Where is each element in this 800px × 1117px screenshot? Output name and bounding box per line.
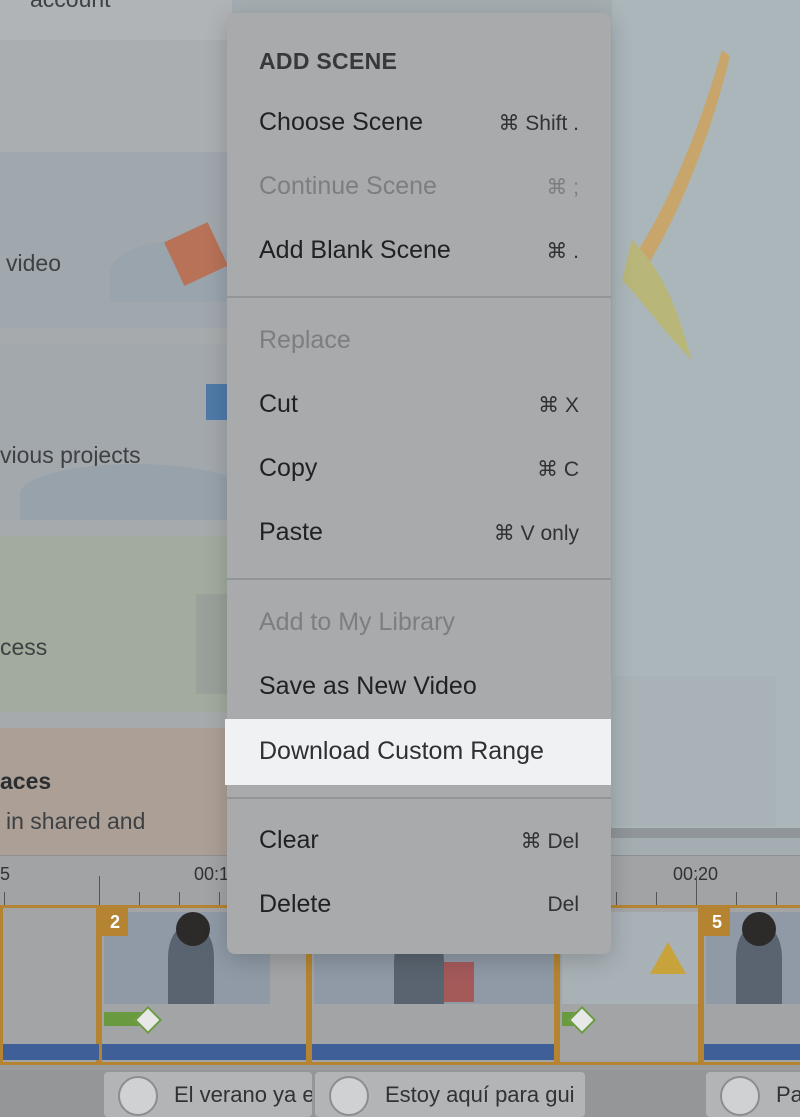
ruler-tick: [616, 892, 617, 906]
warning-icon: [650, 942, 686, 974]
audio-clip-text: Pa: [776, 1082, 800, 1107]
card-projects-illustration: [20, 464, 232, 520]
menu-item-shortcut: ⌘ X: [538, 394, 579, 417]
menu-item-clear[interactable]: Clear ⌘ Del: [227, 815, 611, 871]
scene-duration-bar[interactable]: [704, 1044, 800, 1060]
menu-item-label: Replace: [259, 326, 351, 354]
menu-item-continue-scene[interactable]: Continue Scene ⌘ ;: [227, 161, 611, 217]
menu-item-add-blank-scene[interactable]: Add Blank Scene ⌘ .: [227, 225, 611, 281]
audio-clip[interactable]: El verano ya e: [104, 1072, 312, 1117]
card-access-text: cess: [0, 634, 48, 660]
menu-item-save-as-new-video[interactable]: Save as New Video: [227, 661, 611, 717]
menu-item-shortcut: Del: [547, 893, 579, 916]
audio-track: El verano ya e Estoy aquí para gui Pa: [0, 1070, 800, 1117]
menu-item-label: Add Blank Scene: [259, 236, 451, 264]
menu-item-shortcut: ⌘ .: [546, 240, 579, 263]
card-access[interactable]: cess: [0, 536, 232, 712]
card-spaces[interactable]: aces in shared and: [0, 728, 232, 855]
scene-duration-bar[interactable]: [102, 1044, 306, 1060]
ruler-tick: [4, 892, 5, 906]
menu-item-replace[interactable]: Replace: [227, 315, 611, 371]
card-account[interactable]: account: [0, 0, 232, 40]
keyframe-diamond[interactable]: [567, 1005, 597, 1035]
timeline-scene-1[interactable]: [0, 905, 99, 1065]
menu-item-shortcut: ⌘ Del: [520, 830, 579, 853]
menu-item-label: Download Custom Range: [259, 737, 544, 765]
keyframe-diamond[interactable]: [133, 1005, 163, 1035]
menu-heading-add-scene: ADD SCENE: [259, 48, 398, 74]
menu-item-download-custom-range[interactable]: Download Custom Range: [225, 719, 611, 785]
menu-item-label: Continue Scene: [259, 172, 437, 200]
card-blank[interactable]: [0, 40, 232, 152]
menu-item-cut[interactable]: Cut ⌘ X: [227, 379, 611, 435]
ruler-tick: [736, 892, 737, 906]
menu-item-copy[interactable]: Copy ⌘ C: [227, 443, 611, 499]
menu-item-choose-scene[interactable]: Choose Scene ⌘ Shift .: [227, 97, 611, 153]
menu-item-shortcut: ⌘ Shift .: [498, 112, 579, 135]
templates-panel: account video vious projects cess aces i…: [0, 0, 232, 855]
ruler-tick: [179, 892, 180, 906]
timeline-scene-5[interactable]: 5: [701, 905, 800, 1065]
card-previous-projects[interactable]: vious projects: [0, 344, 232, 520]
scene-context-menu: ADD SCENE Choose Scene ⌘ Shift . Continu…: [225, 13, 611, 954]
menu-item-shortcut: ⌘ V only: [493, 522, 579, 545]
scene-number-badge: 2: [102, 908, 128, 936]
scene-duration-bar[interactable]: [3, 1044, 99, 1060]
ruler-tick: [696, 876, 697, 906]
ruler-tick: [219, 892, 220, 906]
scene-number-badge: 5: [704, 908, 730, 936]
menu-divider: [227, 296, 611, 298]
ruler-tick: [99, 876, 100, 906]
corn-illustration: [622, 50, 730, 360]
ruler-label-10: 00:1: [194, 864, 230, 884]
menu-item-label: Clear: [259, 826, 319, 854]
avatar: [720, 1076, 760, 1116]
card-spaces-title: aces: [0, 768, 52, 794]
avatar: [329, 1076, 369, 1116]
audio-clip[interactable]: Pa: [706, 1072, 800, 1117]
menu-item-shortcut: ⌘ C: [537, 458, 579, 481]
audio-clip[interactable]: Estoy aquí para gui: [315, 1072, 585, 1117]
menu-item-paste[interactable]: Paste ⌘ V only: [227, 507, 611, 563]
avatar: [118, 1076, 158, 1116]
ruler-tick: [776, 892, 777, 906]
scene-duration-bar[interactable]: [312, 1044, 554, 1060]
menu-item-label: Copy: [259, 454, 318, 482]
ruler-label-5: 5: [0, 864, 11, 884]
audio-clip-text: El verano ya e: [174, 1082, 312, 1107]
menu-item-label: Cut: [259, 390, 298, 418]
card-spaces-text: in shared and: [6, 808, 146, 834]
audio-clip-text: Estoy aquí para gui: [385, 1082, 575, 1107]
menu-item-label: Add to My Library: [259, 608, 455, 636]
menu-item-label: Save as New Video: [259, 672, 477, 700]
ruler-tick: [656, 892, 657, 906]
menu-item-label: Paste: [259, 518, 323, 546]
menu-item-shortcut: ⌘ ;: [546, 176, 579, 199]
ruler-tick: [139, 892, 140, 906]
menu-divider: [227, 797, 611, 799]
menu-divider: [227, 578, 611, 580]
menu-item-label: Delete: [259, 890, 332, 918]
menu-item-delete[interactable]: Delete Del: [227, 879, 611, 935]
menu-item-label: Choose Scene: [259, 108, 424, 136]
card-account-text: account: [30, 0, 111, 13]
card-video-text: video: [6, 250, 61, 276]
menu-item-add-to-library[interactable]: Add to My Library: [227, 597, 611, 653]
card-video[interactable]: video: [0, 152, 232, 328]
